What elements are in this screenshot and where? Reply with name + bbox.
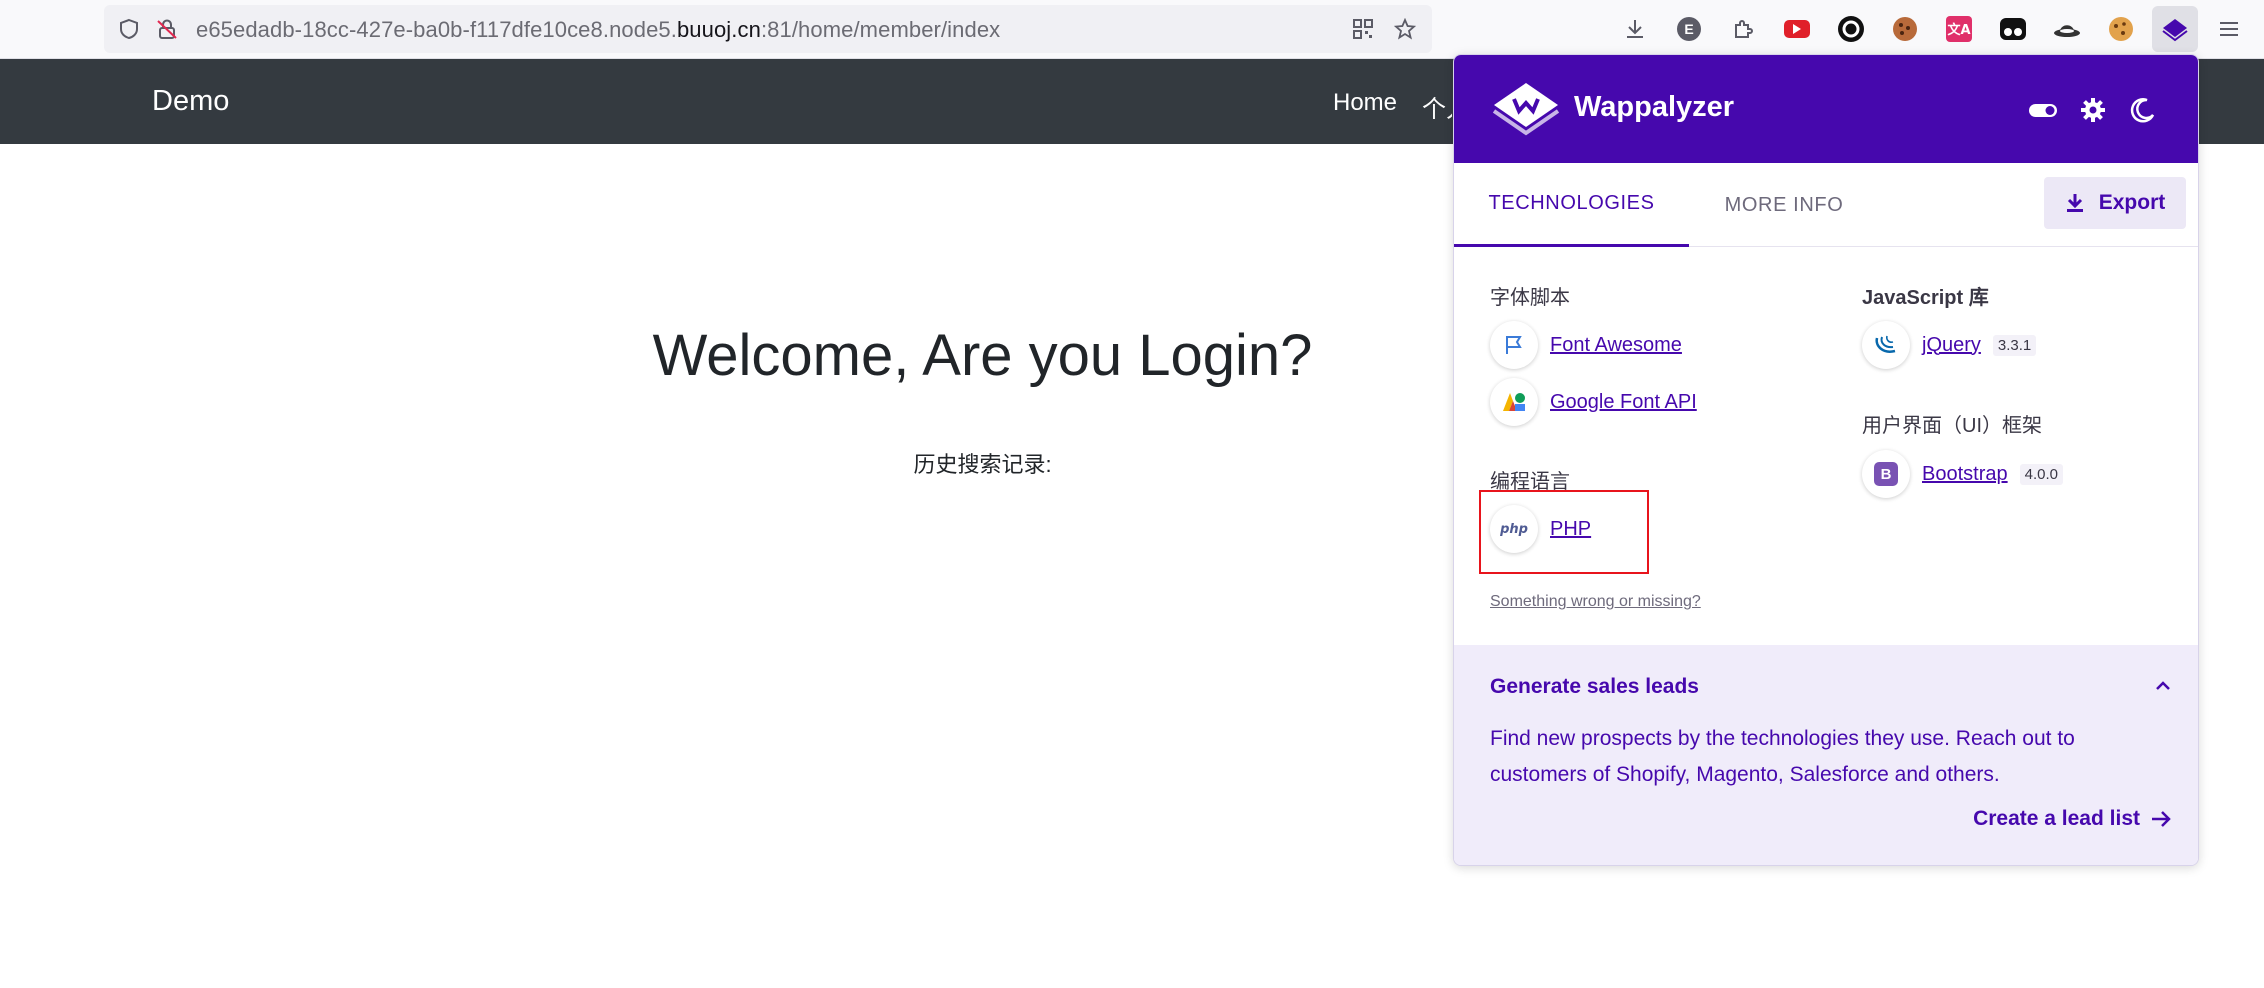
hat-extension-icon[interactable]	[2052, 14, 2082, 44]
google-fonts-icon	[1490, 378, 1538, 426]
tech-name[interactable]: Font Awesome	[1550, 334, 1682, 357]
create-lead-list-label: Create a lead list	[1973, 807, 2140, 830]
translate-icon[interactable]: 文A	[1944, 14, 1974, 44]
create-lead-list-link[interactable]: Create a lead list	[1973, 807, 2172, 831]
wappalyzer-logo-icon	[1492, 83, 1560, 136]
tech-item-google-font-api[interactable]: Google Font API	[1490, 378, 1697, 426]
category-font-scripts: 字体脚本	[1490, 287, 1570, 309]
wappalyzer-icon	[2162, 19, 2188, 42]
tech-item-bootstrap[interactable]: B Bootstrap 4.0.0	[1862, 450, 2063, 498]
insecure-lock-icon[interactable]	[156, 18, 178, 40]
wappalyzer-toolbar-button[interactable]	[2152, 6, 2198, 52]
circle-extension-icon[interactable]	[1836, 14, 1866, 44]
cookie-icon[interactable]	[2106, 14, 2136, 44]
url-suffix: :81/home/member/index	[760, 17, 1001, 42]
something-wrong-link[interactable]: Something wrong or missing?	[1490, 593, 1701, 611]
qr-code-icon[interactable]	[1352, 18, 1374, 40]
bookmark-star-icon[interactable]	[1393, 17, 1417, 40]
category-javascript-libraries: JavaScript 库	[1862, 287, 1989, 309]
browser-toolbar: e65edadb-18cc-427e-ba0b-f117dfe10ce8.nod…	[0, 0, 2264, 59]
font-awesome-flag-icon	[1490, 321, 1538, 369]
settings-gear-icon[interactable]	[2078, 95, 2108, 125]
navbar-brand[interactable]: Demo	[152, 85, 229, 118]
bootstrap-icon-text: B	[1874, 462, 1898, 486]
bootstrap-icon: B	[1862, 450, 1910, 498]
chevron-up-icon[interactable]	[2152, 675, 2174, 697]
tab-more-info[interactable]: MORE INFO	[1689, 163, 1879, 247]
url-text[interactable]: e65edadb-18cc-427e-ba0b-f117dfe10ce8.nod…	[196, 17, 1000, 43]
category-ui-frameworks: 用户界面（UI）框架	[1862, 415, 2042, 437]
shield-icon[interactable]	[118, 18, 140, 40]
tech-item-jquery[interactable]: jQuery 3.3.1	[1862, 321, 2037, 369]
url-host: buuoj.cn	[676, 17, 761, 42]
tech-name[interactable]: Bootstrap	[1922, 463, 2008, 486]
leads-title[interactable]: Generate sales leads	[1490, 675, 1699, 699]
wappalyzer-popup: Wappalyzer TECHNOLOGIES MORE INFO Export…	[1453, 54, 2199, 866]
wappalyzer-title: Wappalyzer	[1574, 91, 1735, 123]
tab-technologies[interactable]: TECHNOLOGIES	[1454, 163, 1689, 247]
tech-name[interactable]: jQuery	[1922, 334, 1981, 357]
highlight-box	[1479, 490, 1649, 574]
tech-name[interactable]: Google Font API	[1550, 391, 1697, 414]
video-downloader-icon[interactable]	[1782, 14, 1812, 44]
wappalyzer-header: Wappalyzer	[1454, 55, 2198, 163]
export-button[interactable]: Export	[2044, 177, 2186, 229]
tech-version: 4.0.0	[2019, 463, 2063, 485]
tampermonkey-icon[interactable]	[1998, 14, 2028, 44]
address-bar[interactable]: e65edadb-18cc-427e-ba0b-f117dfe10ce8.nod…	[104, 5, 1432, 53]
tech-version: 3.3.1	[1992, 334, 2037, 356]
export-label: Export	[2098, 191, 2166, 214]
wappalyzer-tabs: TECHNOLOGIES MORE INFO Export	[1454, 163, 2198, 247]
cookie-editor-icon[interactable]	[1890, 14, 1920, 44]
menu-hamburger-icon[interactable]	[2214, 14, 2244, 44]
url-prefix: e65edadb-18cc-427e-ba0b-f117dfe10ce8.nod…	[196, 17, 677, 42]
download-icon	[2066, 194, 2083, 212]
dark-mode-moon-icon[interactable]	[2128, 95, 2158, 125]
extension-e-icon[interactable]: E	[1674, 14, 1704, 44]
extensions-puzzle-icon[interactable]	[1728, 14, 1758, 44]
extension-e-label: E	[1684, 21, 1693, 37]
toggle-switch-icon[interactable]	[2028, 95, 2058, 125]
tech-item-font-awesome[interactable]: Font Awesome	[1490, 321, 1682, 369]
translate-icon-label: 文A	[1947, 22, 1970, 38]
arrow-right-icon	[2152, 811, 2171, 827]
downloads-icon[interactable]	[1620, 14, 1650, 44]
nav-home-link[interactable]: Home	[1333, 89, 1397, 117]
nav-personal-link[interactable]: 个人	[1422, 89, 1452, 124]
jquery-icon	[1862, 321, 1910, 369]
leads-description: Find new prospects by the technologies t…	[1490, 727, 2075, 786]
sales-leads-panel: Generate sales leads Find new prospects …	[1454, 645, 2198, 865]
